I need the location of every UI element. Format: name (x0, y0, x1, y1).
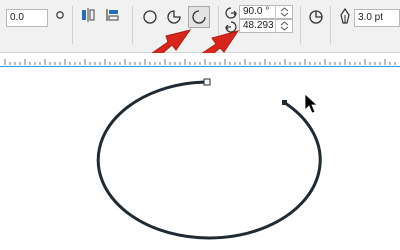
arc-shape[interactable] (96, 80, 322, 240)
drawing-canvas[interactable] (0, 67, 400, 250)
corel-draw-window: 0.0 90.0 ° 48.293 3.0 pt (0, 0, 400, 250)
arc-end-node-handle[interactable] (282, 100, 287, 105)
horizontal-ruler[interactable] (0, 53, 400, 67)
mouse-pointer-icon (304, 93, 319, 114)
arc-start-node-handle[interactable] (203, 78, 211, 86)
